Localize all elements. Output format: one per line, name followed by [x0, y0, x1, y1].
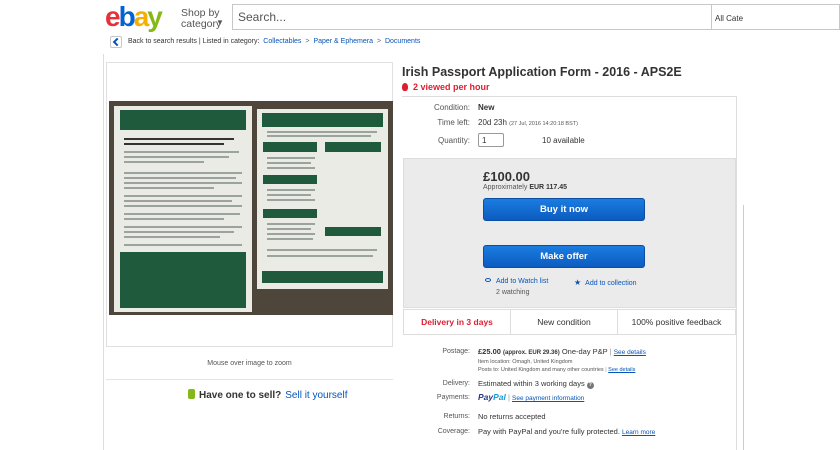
buy-it-now-button[interactable]: Buy it now	[483, 198, 645, 221]
coverage-text: Pay with PayPal and you're fully protect…	[478, 427, 620, 436]
star-icon: ★	[574, 278, 582, 287]
tag-icon	[188, 389, 195, 399]
postage-type: One-day P&P	[561, 347, 608, 356]
approx-prefix: Approximately	[483, 184, 528, 191]
category-select[interactable]: All Cate	[712, 4, 840, 30]
back-to-results-link[interactable]: Back to search results	[128, 38, 197, 45]
breadcrumb-separator: >	[305, 38, 310, 45]
quantity-label: Quantity:	[437, 136, 470, 145]
search-box[interactable]	[232, 4, 712, 30]
add-to-collection-link[interactable]: ★ Add to collection	[574, 278, 637, 287]
postage-see-details-link[interactable]: See details	[614, 349, 646, 356]
logo-letter-a: a	[133, 1, 150, 32]
approx-value: EUR 117.45	[529, 184, 568, 191]
sell-it-yourself-link[interactable]: Sell it yourself	[285, 390, 347, 401]
watch-label: Add to Watch list	[496, 278, 549, 285]
form-page-right	[257, 109, 388, 289]
condition-highlight: New condition	[510, 309, 618, 335]
breadcrumb: Back to search results | Listed in categ…	[128, 38, 420, 45]
available-count: 10 available	[542, 136, 585, 145]
viewed-label: 2 viewed per hour	[413, 82, 490, 92]
breadcrumb-paper-ephemera[interactable]: Paper & Ephemera	[313, 38, 373, 45]
make-offer-button[interactable]: Make offer	[483, 245, 645, 268]
page-border	[736, 96, 737, 450]
chevron-left-icon[interactable]	[110, 36, 122, 48]
payments-value: PayPal | See payment information	[478, 392, 585, 402]
add-to-watch-list-link[interactable]: Add to Watch list	[485, 278, 548, 285]
paypal-pal: Pal	[493, 392, 506, 402]
quantity-input[interactable]: 1	[478, 133, 504, 147]
postage-value: £25.00 (approx. EUR 29.36) One-day P&P |…	[478, 347, 646, 356]
collection-label: Add to collection	[585, 280, 637, 287]
listing-title: Irish Passport Application Form - 2016 -…	[402, 65, 682, 79]
divider	[402, 96, 736, 97]
time-left: 20d 23h	[478, 118, 507, 127]
viewed-per-hour: 2 viewed per hour	[402, 82, 490, 92]
logo-letter-b: b	[118, 1, 136, 32]
search-input[interactable]	[238, 10, 698, 24]
returns-label: Returns:	[443, 413, 470, 420]
logo-letter-e: e	[105, 1, 121, 32]
page-border	[743, 205, 744, 450]
have-one-label: Have one to sell?	[199, 390, 282, 401]
coverage-label: Coverage:	[437, 428, 470, 435]
postage-label: Postage:	[442, 348, 470, 355]
delivery-label: Delivery:	[442, 380, 470, 387]
divider	[106, 379, 393, 380]
ebay-logo[interactable]: e b a y	[105, 1, 163, 32]
logo-letter-y: y	[147, 1, 163, 32]
sell-prompt: Have one to sell? Sell it yourself	[188, 389, 348, 401]
condition-value: New	[478, 103, 495, 112]
posts-to: Posts to: United Kingdom and many other …	[478, 367, 636, 373]
approx-price: Approximately EUR 117.45	[483, 184, 567, 191]
condition-label: Condition:	[433, 103, 470, 112]
chevron-down-icon: ▼	[216, 18, 224, 27]
learn-more-link[interactable]: Learn more	[622, 429, 655, 436]
posts-to-text: Posts to: United Kingdom and many other …	[478, 367, 604, 373]
product-photo[interactable]	[109, 101, 393, 315]
buy-box	[403, 158, 736, 308]
image-gallery	[106, 62, 393, 347]
eye-icon	[485, 278, 491, 282]
end-date: (27 Jul, 2016 14:20:18 BST)	[509, 121, 578, 127]
price: £100.00	[483, 169, 530, 184]
returns-value: No returns accepted	[478, 412, 546, 421]
fire-icon	[402, 83, 408, 91]
coverage-value: Pay with PayPal and you're fully protect…	[478, 427, 655, 436]
breadcrumb-documents[interactable]: Documents	[385, 38, 420, 45]
breadcrumb-separator: >	[376, 38, 382, 45]
watching-count: 2 watching	[496, 289, 530, 296]
zoom-hint: Mouse over image to zoom	[207, 360, 292, 367]
help-icon[interactable]: ?	[586, 382, 594, 389]
feedback-highlight: 100% positive feedback	[617, 309, 736, 335]
delivery-highlight: Delivery in 3 days	[403, 309, 511, 335]
time-left-value: 20d 23h (27 Jul, 2016 14:20:18 BST)	[478, 118, 578, 127]
paypal-pay: Pay	[478, 392, 494, 402]
page-border	[103, 54, 104, 450]
paypal-logo: PayPal	[478, 392, 506, 402]
shop-by-category-button[interactable]: Shop by category ▼	[181, 8, 224, 30]
time-left-label: Time left:	[437, 118, 470, 127]
posts-see-details-link[interactable]: See details	[608, 367, 635, 373]
breadcrumb-collectables[interactable]: Collectables	[263, 38, 301, 45]
form-page-left	[114, 106, 252, 312]
postage-approx: (approx. EUR 29.36)	[503, 350, 560, 356]
item-location: Item location: Omagh, United Kingdom	[478, 359, 573, 365]
payments-label: Payments:	[436, 394, 470, 401]
postage-price: £25.00	[478, 347, 501, 356]
delivery-value: Estimated within 3 working days?	[478, 379, 594, 389]
delivery-text: Estimated within 3 working days	[478, 379, 585, 388]
payment-info-link[interactable]: See payment information	[512, 395, 584, 402]
listed-in-label: | Listed in category:	[198, 38, 260, 45]
